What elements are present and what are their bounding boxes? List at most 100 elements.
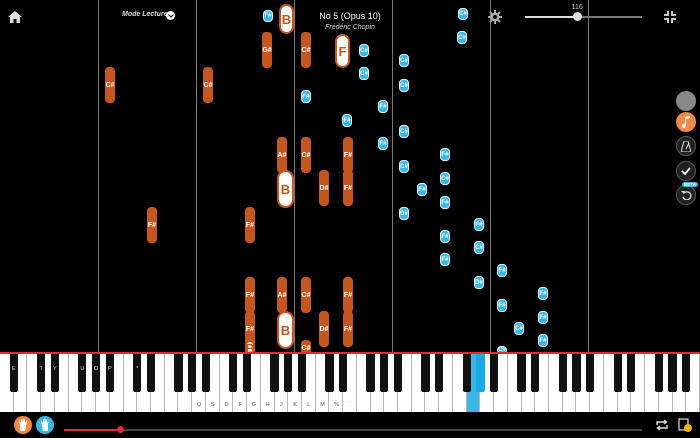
black-key[interactable] xyxy=(654,354,663,392)
key-shortcut-label: D xyxy=(224,402,229,408)
right-hand-note: C# xyxy=(399,54,409,67)
metronome-icon[interactable] xyxy=(676,136,696,156)
left-hand-note: F# xyxy=(343,137,353,173)
black-key[interactable] xyxy=(146,354,156,392)
mode-dropdown-button[interactable] xyxy=(166,11,175,20)
black-key[interactable] xyxy=(297,354,307,392)
right-hand-note: F# xyxy=(440,148,450,161)
black-key[interactable] xyxy=(242,354,252,392)
gear-icon[interactable] xyxy=(488,10,502,24)
black-key[interactable] xyxy=(490,354,499,392)
left-hand-note: F# xyxy=(343,170,353,206)
progress-bar[interactable] xyxy=(64,429,642,431)
black-key[interactable] xyxy=(339,354,348,392)
tempo-slider-fill xyxy=(525,16,578,18)
key-shortcut-label: S xyxy=(210,402,215,408)
tempo-slider[interactable] xyxy=(525,16,642,18)
right-hand-note: F# xyxy=(417,183,427,196)
black-key[interactable] xyxy=(682,354,691,392)
black-key[interactable] xyxy=(393,354,403,392)
score-icon[interactable] xyxy=(677,417,693,433)
measure-line xyxy=(294,0,295,354)
black-key[interactable] xyxy=(476,354,485,392)
bottom-bar xyxy=(0,412,700,438)
right-hand-note: F# xyxy=(497,299,507,312)
black-key[interactable] xyxy=(531,354,540,392)
key-shortcut-label: Q xyxy=(196,402,202,408)
black-key[interactable] xyxy=(325,354,334,392)
song-composer: Frédéric Chopin xyxy=(325,24,375,31)
black-key[interactable] xyxy=(133,354,142,392)
key-shortcut-label: E xyxy=(11,366,16,372)
black-key[interactable] xyxy=(284,354,293,392)
black-key[interactable] xyxy=(91,354,101,392)
left-hand-note: C# xyxy=(203,67,213,103)
key-shortcut-label: J xyxy=(279,402,283,408)
black-key[interactable] xyxy=(366,354,375,392)
music-note-icon[interactable] xyxy=(676,112,696,132)
key-shortcut-label: * xyxy=(136,366,139,372)
black-key[interactable] xyxy=(50,354,60,392)
loop-icon[interactable] xyxy=(655,419,669,431)
black-key[interactable] xyxy=(380,354,389,392)
circle-icon[interactable] xyxy=(676,91,696,111)
left-hand-note: F# xyxy=(343,277,353,313)
black-key[interactable] xyxy=(613,354,622,392)
black-key[interactable] xyxy=(270,354,279,392)
black-key[interactable] xyxy=(517,354,526,392)
black-key[interactable] xyxy=(201,354,210,392)
black-key[interactable] xyxy=(421,354,430,392)
beta-badge: BETA xyxy=(682,182,698,187)
left-hand-note: B xyxy=(277,311,294,349)
right-hand-note: C# xyxy=(359,67,369,80)
key-shortcut-label: K xyxy=(293,402,297,408)
tempo-slider-thumb[interactable] xyxy=(573,12,583,21)
right-hand-note: C# xyxy=(474,241,484,254)
chevron-down-icon xyxy=(167,13,174,18)
black-key[interactable] xyxy=(435,354,444,392)
right-hand-note: F# xyxy=(474,218,484,231)
black-key[interactable] xyxy=(105,354,114,392)
key-shortcut-label: T xyxy=(39,366,43,372)
right-hand-note: C# xyxy=(359,44,369,57)
key-shortcut-label: O xyxy=(93,366,99,372)
black-key[interactable] xyxy=(37,354,46,392)
left-hand-note: C# xyxy=(105,67,115,103)
compress-icon[interactable] xyxy=(663,10,677,24)
top-bar: Mode Lecture No 5 (Opus 10) Frédéric Cho… xyxy=(0,0,700,31)
right-hand-note: F# xyxy=(440,253,450,266)
right-hand-note: F# xyxy=(378,137,388,150)
black-key[interactable] xyxy=(174,354,183,392)
piano-keyboard[interactable]: E T Y U O P * Q S D F G H J K L M% ` xyxy=(0,352,700,412)
key-shortcut-label: H xyxy=(265,402,270,408)
left-hand-note: C# xyxy=(301,137,311,173)
black-key[interactable] xyxy=(572,354,581,392)
right-hand-note: D# xyxy=(474,276,484,289)
black-key[interactable] xyxy=(558,354,567,392)
measure-line xyxy=(98,0,99,354)
key-shortcut-label: U xyxy=(80,366,85,372)
home-icon[interactable] xyxy=(8,11,22,23)
right-hand-note: D# xyxy=(399,207,409,220)
mode-label[interactable]: Mode Lecture xyxy=(122,11,168,18)
left-hand-note: A# xyxy=(277,277,287,313)
black-key[interactable] xyxy=(586,354,595,392)
undo-icon[interactable] xyxy=(676,185,696,205)
black-key[interactable] xyxy=(668,354,677,392)
right-hand-note: C# xyxy=(399,160,409,173)
left-hand-note: C# xyxy=(301,32,311,68)
key-shortcut-label: P xyxy=(107,366,112,372)
check-icon[interactable] xyxy=(676,161,696,181)
black-key[interactable] xyxy=(78,354,87,392)
black-key[interactable] xyxy=(627,354,636,392)
left-hand-note: F# xyxy=(245,277,255,313)
right-hand-note: F# xyxy=(497,264,507,277)
right-hand-icon[interactable] xyxy=(36,416,54,434)
progress-bar-fill xyxy=(64,429,121,431)
black-key[interactable] xyxy=(462,354,471,392)
black-key[interactable] xyxy=(229,354,238,392)
key-shortcut-label: ` xyxy=(349,402,351,408)
black-key[interactable] xyxy=(9,354,18,392)
left-hand-icon[interactable] xyxy=(14,416,32,434)
black-key[interactable] xyxy=(188,354,197,392)
